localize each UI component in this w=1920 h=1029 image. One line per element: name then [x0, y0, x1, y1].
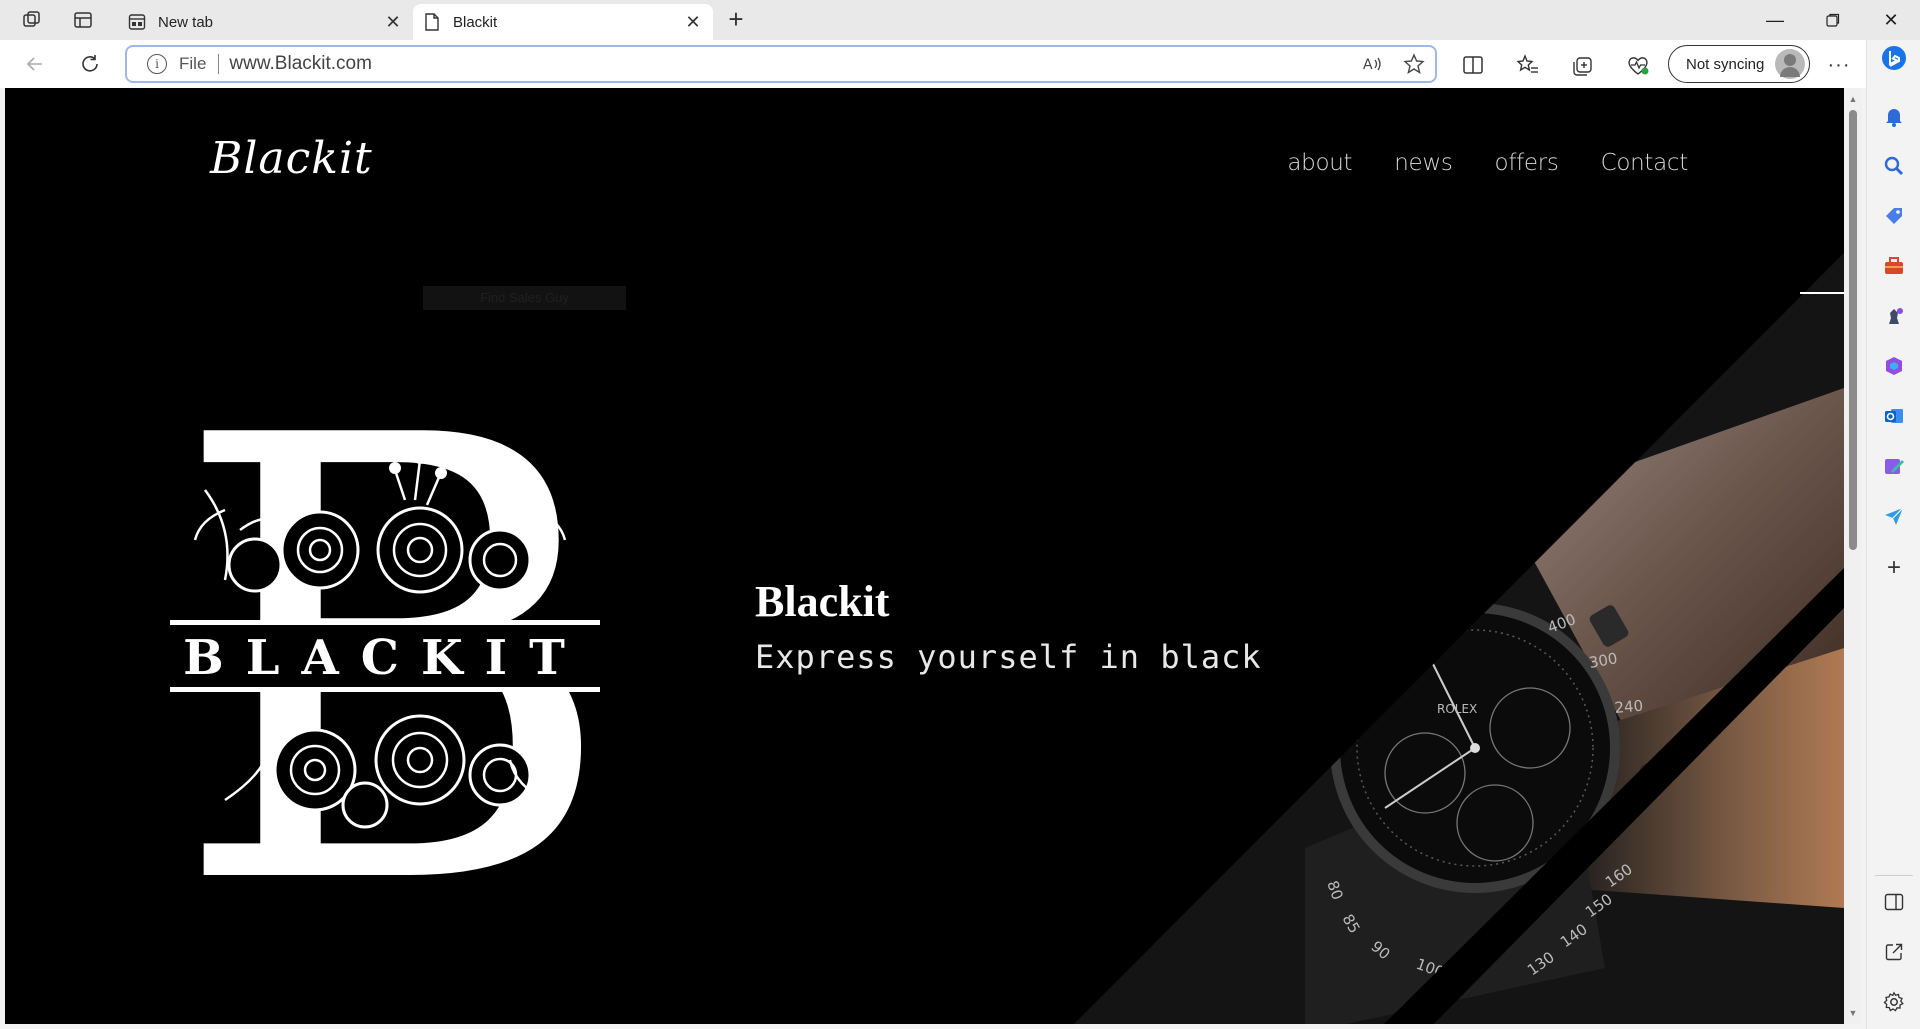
collections-icon[interactable]: [1570, 52, 1596, 78]
restore-icon[interactable]: [1804, 0, 1862, 40]
sidebar-divider: [1875, 875, 1913, 876]
url-text[interactable]: www.Blackit.com: [229, 53, 372, 75]
nav-link-about[interactable]: about: [1287, 150, 1352, 176]
blackit-monogram-logo: B BLACKI: [170, 380, 605, 880]
nav-link-contact[interactable]: Contact: [1601, 150, 1689, 176]
main-nav: about news offers Contact: [1287, 150, 1688, 176]
favorites-icon[interactable]: [1515, 52, 1541, 78]
tab-title: New tab: [158, 13, 214, 31]
split-panel-icon[interactable]: [1880, 888, 1908, 916]
address-divider: [218, 54, 220, 74]
outlook-icon[interactable]: [1880, 402, 1908, 430]
scroll-up-icon[interactable]: ▲: [1848, 94, 1858, 104]
workspaces-icon[interactable]: [20, 8, 44, 32]
chess-icon[interactable]: [1880, 302, 1908, 330]
svg-text:240: 240: [1614, 697, 1644, 717]
edge-sidebar: +: [1866, 40, 1920, 1029]
svg-text:A: A: [1363, 57, 1373, 73]
window-controls: — ✕: [1746, 0, 1920, 40]
browser-toolbar: i File www.Blackit.com A Not syncing ···: [0, 40, 1920, 88]
browser-essentials-icon[interactable]: [1625, 52, 1651, 78]
page-scrollbar[interactable]: ▲ ▼: [1844, 88, 1862, 1024]
tab-new-tab[interactable]: New tab ✕: [118, 4, 413, 40]
site-info-icon[interactable]: i: [147, 54, 167, 74]
hero-title: Blackit: [755, 577, 890, 626]
profile-sync-button[interactable]: Not syncing: [1668, 45, 1810, 83]
bell-icon[interactable]: [1880, 102, 1908, 130]
add-icon[interactable]: +: [1880, 554, 1908, 582]
back-icon[interactable]: [21, 50, 49, 78]
read-aloud-icon[interactable]: A: [1361, 53, 1383, 80]
bing-copilot-icon[interactable]: [1880, 44, 1908, 72]
send-icon[interactable]: [1880, 502, 1908, 530]
nav-link-news[interactable]: news: [1394, 150, 1453, 176]
tab-strip: New tab ✕ Blackit ✕ + — ✕: [0, 0, 1920, 40]
page-icon: [423, 13, 441, 31]
nav-link-offers[interactable]: offers: [1495, 150, 1559, 176]
refresh-icon[interactable]: [76, 50, 104, 78]
scrollbar-thumb[interactable]: [1849, 110, 1857, 550]
more-options-icon[interactable]: ···: [1826, 52, 1852, 78]
scheme-label: File: [179, 54, 207, 73]
vertical-tabs-icon[interactable]: [71, 8, 95, 32]
sync-status-label: Not syncing: [1686, 55, 1765, 73]
address-bar[interactable]: i File www.Blackit.com A: [125, 45, 1437, 83]
search-icon[interactable]: [1880, 152, 1908, 180]
brand-logo-text[interactable]: Blackit: [210, 133, 373, 184]
close-tab-icon[interactable]: ✕: [683, 12, 703, 32]
new-tab-button[interactable]: +: [722, 6, 750, 34]
close-tab-icon[interactable]: ✕: [383, 12, 403, 32]
new-tab-icon: [128, 13, 146, 31]
hero-subtitle: Express yourself in black: [755, 638, 1262, 676]
avatar: [1775, 49, 1805, 79]
favorite-star-icon[interactable]: [1403, 53, 1425, 80]
svg-text:ROLEX: ROLEX: [1437, 702, 1477, 716]
tag-icon[interactable]: [1880, 202, 1908, 230]
hidden-sales-button[interactable]: Find Sales Guy: [423, 286, 626, 310]
settings-icon[interactable]: [1880, 988, 1908, 1016]
close-window-icon[interactable]: ✕: [1862, 0, 1920, 40]
monogram-wordmark: BLACKIT: [183, 630, 587, 686]
tab-title: Blackit: [453, 13, 498, 31]
split-screen-icon[interactable]: [1460, 52, 1486, 78]
office-icon[interactable]: [1880, 352, 1908, 380]
tab-blackit[interactable]: Blackit ✕: [413, 4, 713, 40]
minimize-icon[interactable]: —: [1746, 0, 1804, 40]
page-viewport: 400 300 240 160 150 140 130 100 90 85 80…: [5, 88, 1844, 1024]
designer-icon[interactable]: [1880, 452, 1908, 480]
scroll-down-icon[interactable]: ▼: [1848, 1008, 1858, 1018]
toolbox-icon[interactable]: [1880, 252, 1908, 280]
external-link-icon[interactable]: [1880, 938, 1908, 966]
